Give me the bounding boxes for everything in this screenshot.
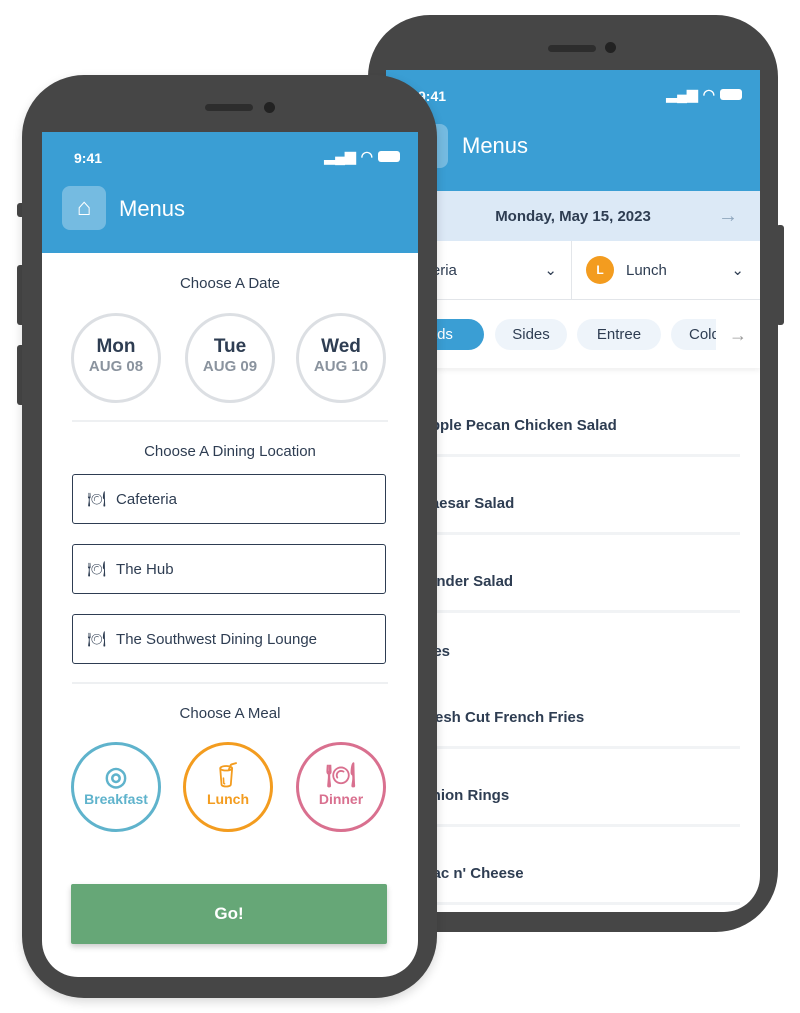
battery-icon	[720, 89, 742, 100]
scroll-right-icon[interactable]: →	[716, 310, 760, 360]
list-item[interactable]: Fresh Cut French Fries	[406, 689, 740, 749]
divider	[72, 682, 388, 684]
chip-entree[interactable]: Entree	[577, 319, 661, 350]
wifi-icon: ◠	[702, 86, 715, 102]
meal-breakfast[interactable]: ◎ Breakfast	[71, 742, 161, 832]
lunch-badge: L	[586, 256, 614, 284]
home-button[interactable]: ⌂	[62, 186, 106, 230]
location-cafeteria[interactable]: 🍽︎ Cafeteria	[72, 474, 386, 524]
battery-icon	[378, 151, 400, 162]
list-item[interactable]: Mac n' Cheese	[406, 845, 740, 905]
front-screen: 9:41 ▂▄▆ ◠ ⌂ Menus Choose A Date Mon AUG 0…	[42, 132, 418, 977]
front-phone-frame: 9:41 ▂▄▆ ◠ ⌂ Menus Choose A Date Mon AUG 0…	[22, 75, 437, 998]
list-item[interactable]: Apple Pecan Chicken Salad	[406, 397, 740, 457]
date-option-tue[interactable]: Tue AUG 09	[185, 313, 275, 403]
date-label: Monday, May 15, 2023	[495, 207, 651, 225]
meal-dinner[interactable]: 🍽︎ Dinner	[296, 742, 386, 832]
utensils-icon: 🍽︎	[87, 491, 107, 508]
speaker	[205, 104, 253, 111]
chevron-down-icon: ⌄	[544, 262, 557, 279]
location-southwest-dining-lounge[interactable]: 🍽︎ The Southwest Dining Lounge	[72, 614, 386, 664]
utensils-icon: 🍽︎	[87, 561, 107, 578]
list-item[interactable]: Tender Salad	[406, 553, 740, 613]
status-bar: 9:41 ▂▄▆ ◠	[386, 70, 760, 118]
location-the-hub[interactable]: 🍽︎ The Hub	[72, 544, 386, 594]
list-item[interactable]: Caesar Salad	[406, 475, 740, 535]
choose-meal-heading: Choose A Meal	[179, 705, 281, 722]
chevron-down-icon: ⌄	[731, 262, 744, 279]
list-item[interactable]: Onion Rings	[406, 767, 740, 827]
burger-drink-icon: 🥤︎	[212, 762, 244, 789]
speaker	[548, 45, 596, 52]
date-bar: Monday, May 15, 2023 →	[386, 191, 760, 241]
plate-cutlery-icon: 🍽︎	[325, 762, 357, 789]
date-option-wed[interactable]: Wed AUG 10	[296, 313, 386, 403]
back-screen: 9:41 ▂▄▆◠ ⌂ Menus Monday, May 15, 2023 →…	[386, 70, 760, 912]
egg-icon: ◎	[104, 761, 128, 791]
camera	[264, 102, 275, 113]
go-button[interactable]: Go!	[71, 884, 387, 944]
status-bar: 9:41 ▂▄▆ ◠	[42, 132, 418, 180]
page-title: Menus	[462, 133, 529, 158]
divider	[72, 420, 388, 422]
signal-icon: ▂▄▆	[666, 86, 698, 102]
page-title: Menus	[119, 196, 186, 221]
meal-lunch[interactable]: 🥤︎ Lunch	[183, 742, 273, 832]
section-header: Sides	[396, 623, 740, 683]
chip-sides[interactable]: Sides	[495, 319, 567, 350]
wifi-icon: ◠	[360, 148, 373, 164]
status-time: 9:41	[74, 150, 103, 166]
utensils-icon: 🍽︎	[87, 631, 107, 648]
choose-date-heading: Choose A Date	[179, 275, 281, 292]
camera	[605, 42, 616, 53]
signal-icon: ▂▄▆	[324, 148, 356, 164]
choose-location-heading: Choose A Dining Location	[144, 443, 316, 460]
date-option-mon[interactable]: Mon AUG 08	[71, 313, 161, 403]
meal-select[interactable]: L Lunch ⌄	[572, 241, 760, 300]
arrow-right-icon[interactable]: →	[718, 205, 738, 228]
home-icon: ⌂	[76, 194, 92, 221]
category-chips: Salads Sides Entree Cold →	[386, 300, 760, 368]
